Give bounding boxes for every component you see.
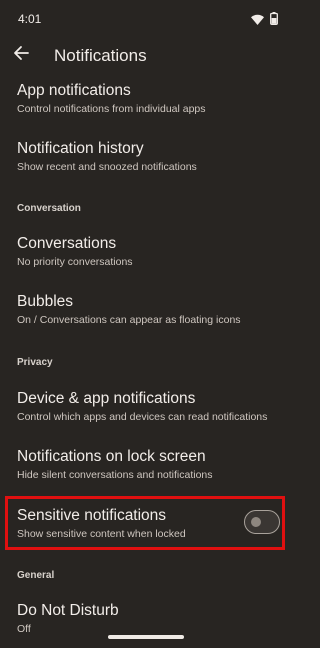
list-item-sensitive-notifications[interactable]: Sensitive notifications Show sensitive c… bbox=[17, 506, 232, 541]
list-item-app-notifications[interactable]: App notifications Control notifications … bbox=[17, 81, 282, 116]
navigation-handle[interactable] bbox=[108, 635, 184, 639]
page-title: Notifications bbox=[54, 46, 147, 65]
list-item-device-app-notifications[interactable]: Device & app notifications Control which… bbox=[17, 389, 282, 424]
list-item-notification-history[interactable]: Notification history Show recent and sno… bbox=[17, 139, 282, 174]
item-title: Device & app notifications bbox=[17, 390, 196, 407]
list-item-do-not-disturb[interactable]: Do Not Disturb Off bbox=[17, 601, 282, 636]
list-item-notifications-lock-screen[interactable]: Notifications on lock screen Hide silent… bbox=[17, 447, 282, 482]
list-item-conversations[interactable]: Conversations No priority conversations bbox=[17, 234, 282, 269]
item-title: Notifications on lock screen bbox=[17, 448, 206, 465]
item-title: App notifications bbox=[17, 82, 131, 99]
app-bar: Notifications bbox=[0, 36, 292, 78]
back-button[interactable] bbox=[8, 42, 34, 68]
sensitive-notifications-toggle[interactable] bbox=[244, 510, 280, 534]
item-subtitle: Off bbox=[17, 623, 31, 635]
status-icons bbox=[251, 12, 278, 30]
item-subtitle: Show sensitive content when locked bbox=[17, 528, 186, 540]
item-title: Sensitive notifications bbox=[17, 507, 167, 524]
wifi-icon bbox=[251, 12, 264, 30]
item-subtitle: Show recent and snoozed notifications bbox=[17, 161, 197, 173]
battery-icon bbox=[270, 12, 278, 30]
item-subtitle: No priority conversations bbox=[17, 256, 133, 268]
status-bar: 4:01 bbox=[0, 0, 292, 36]
back-arrow-icon bbox=[13, 45, 29, 66]
list-item-bubbles[interactable]: Bubbles On / Conversations can appear as… bbox=[17, 292, 282, 327]
item-subtitle: Control which apps and devices can read … bbox=[17, 411, 268, 423]
item-title: Conversations bbox=[17, 235, 117, 252]
item-title: Do Not Disturb bbox=[17, 602, 119, 619]
section-header-general: General bbox=[17, 570, 55, 581]
item-subtitle: On / Conversations can appear as floatin… bbox=[17, 314, 241, 326]
item-subtitle: Control notifications from individual ap… bbox=[17, 103, 206, 115]
section-header-conversation: Conversation bbox=[17, 203, 81, 214]
section-header-privacy: Privacy bbox=[17, 357, 53, 368]
toggle-knob bbox=[251, 516, 261, 527]
status-time: 4:01 bbox=[18, 12, 42, 26]
item-title: Notification history bbox=[17, 140, 144, 157]
item-subtitle: Hide silent conversations and notificati… bbox=[17, 469, 213, 481]
item-title: Bubbles bbox=[17, 293, 74, 310]
